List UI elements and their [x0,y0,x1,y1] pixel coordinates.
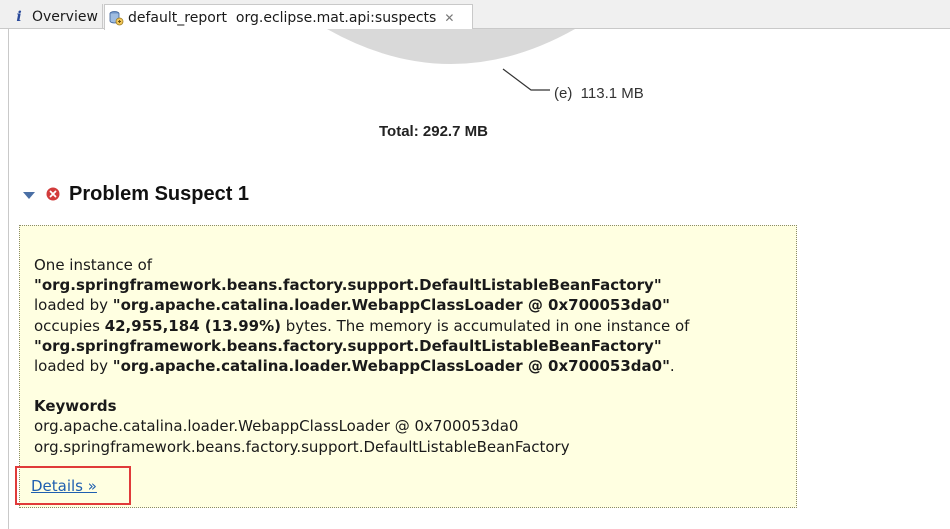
keyword-item: org.apache.catalina.loader.WebappClassLo… [34,417,519,436]
desc-text: loaded by [34,296,113,315]
desc-line-3: loaded by "org.apache.catalina.loader.We… [34,295,782,315]
class-name: "org.springframework.beans.factory.suppo… [34,276,662,295]
suspect-description-box: One instance of "org.springframework.bea… [15,225,797,508]
desc-text: loaded by [34,357,113,376]
report-icon [109,10,124,25]
pie-total: Total: 292.7 MB [379,123,488,140]
pie-chart: (e) 113.1 MB [327,29,644,102]
retained-size: 42,955,184 (13.99%) [104,316,281,335]
close-icon[interactable]: ✕ [444,11,454,25]
problem-suspect-header: Problem Suspect 1 [23,181,249,207]
class-name: "org.springframework.beans.factory.suppo… [34,336,662,355]
desc-line-4: occupies 42,955,184 (13.99%) bytes. The … [34,316,782,336]
desc-text: bytes. The memory is accumulated in one … [281,316,690,335]
desc-line-6: loaded by "org.apache.catalina.loader.We… [34,356,782,376]
class-loader-name: "org.apache.catalina.loader.WebappClassL… [112,296,670,315]
pie-slice-e [327,29,575,64]
desc-text: occupies [34,316,105,335]
tab-default-report[interactable]: default_report org.eclipse.mat.api:suspe… [104,4,473,30]
collapse-arrow-icon[interactable] [23,192,35,199]
pie-slice-label: (e) 113.1 MB [554,85,644,102]
keywords-heading: Keywords [34,397,117,416]
info-icon: i [16,8,22,25]
editor-tab-bar: i Overview default_report org.eclipse.ma… [0,0,950,30]
desc-text: One instance of [34,256,153,274]
report-content: (e) 113.1 MB Total: 292.7 MB Problem Sus… [8,29,950,529]
pie-leader-line [502,68,550,91]
class-loader-name: "org.apache.catalina.loader.WebappClassL… [112,357,670,376]
keyword-item: org.springframework.beans.factory.suppor… [34,437,570,456]
desc-line-1: One instance of [34,255,782,275]
tab-overview-label: Overview [32,8,98,25]
error-icon [46,187,60,201]
tab-default-report-label: default_report org.eclipse.mat.api:suspe… [128,9,437,26]
details-highlight: Details » [15,466,131,505]
tab-overview[interactable]: i Overview [8,4,103,29]
details-link[interactable]: Details » [31,476,97,496]
desc-line-5: "org.springframework.beans.factory.suppo… [34,336,782,356]
desc-line-2: "org.springframework.beans.factory.suppo… [34,275,782,295]
section-title: Problem Suspect 1 [69,182,250,205]
desc-text: . [669,357,675,376]
